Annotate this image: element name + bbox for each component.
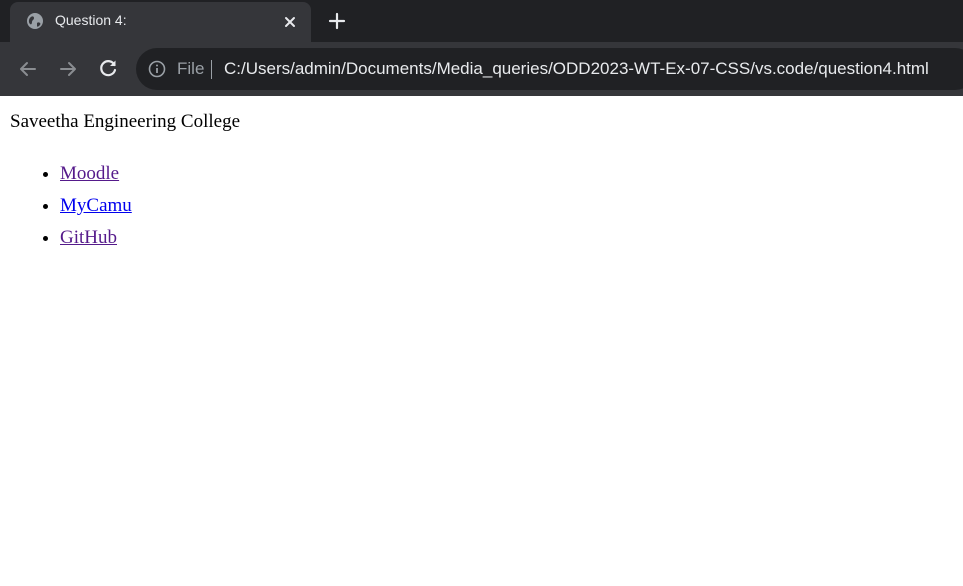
url-text[interactable]: C:/Users/admin/Documents/Media_queries/O… xyxy=(224,59,929,79)
close-tab-icon[interactable] xyxy=(280,12,300,32)
address-bar[interactable]: File C:/Users/admin/Documents/Media_quer… xyxy=(136,48,963,90)
toolbar: File C:/Users/admin/Documents/Media_quer… xyxy=(0,42,963,96)
tab-title: Question 4: xyxy=(55,12,127,28)
page-content: Saveetha Engineering College Moodle MyCa… xyxy=(0,96,963,586)
globe-icon xyxy=(26,12,44,30)
back-arrow-icon[interactable] xyxy=(16,57,40,81)
scheme-separator xyxy=(211,60,212,79)
list-item: Moodle xyxy=(60,163,132,195)
forward-arrow-icon[interactable] xyxy=(56,57,80,81)
link-github[interactable]: GitHub xyxy=(60,227,117,248)
list-item: GitHub xyxy=(60,227,132,259)
tab-question-4[interactable]: Question 4: xyxy=(10,2,311,42)
browser-window: Question 4: File C:/Users/admin/Document… xyxy=(0,0,963,586)
link-list: Moodle MyCamu GitHub xyxy=(0,163,132,259)
list-item: MyCamu xyxy=(60,195,132,227)
page-title: Saveetha Engineering College xyxy=(10,111,241,132)
info-icon[interactable] xyxy=(148,60,166,78)
new-tab-icon[interactable] xyxy=(326,10,348,32)
tab-strip: Question 4: xyxy=(0,0,963,42)
link-moodle[interactable]: Moodle xyxy=(60,163,119,184)
link-mycamu[interactable]: MyCamu xyxy=(60,195,132,216)
reload-icon[interactable] xyxy=(96,57,120,81)
file-scheme-label: File xyxy=(177,59,205,78)
